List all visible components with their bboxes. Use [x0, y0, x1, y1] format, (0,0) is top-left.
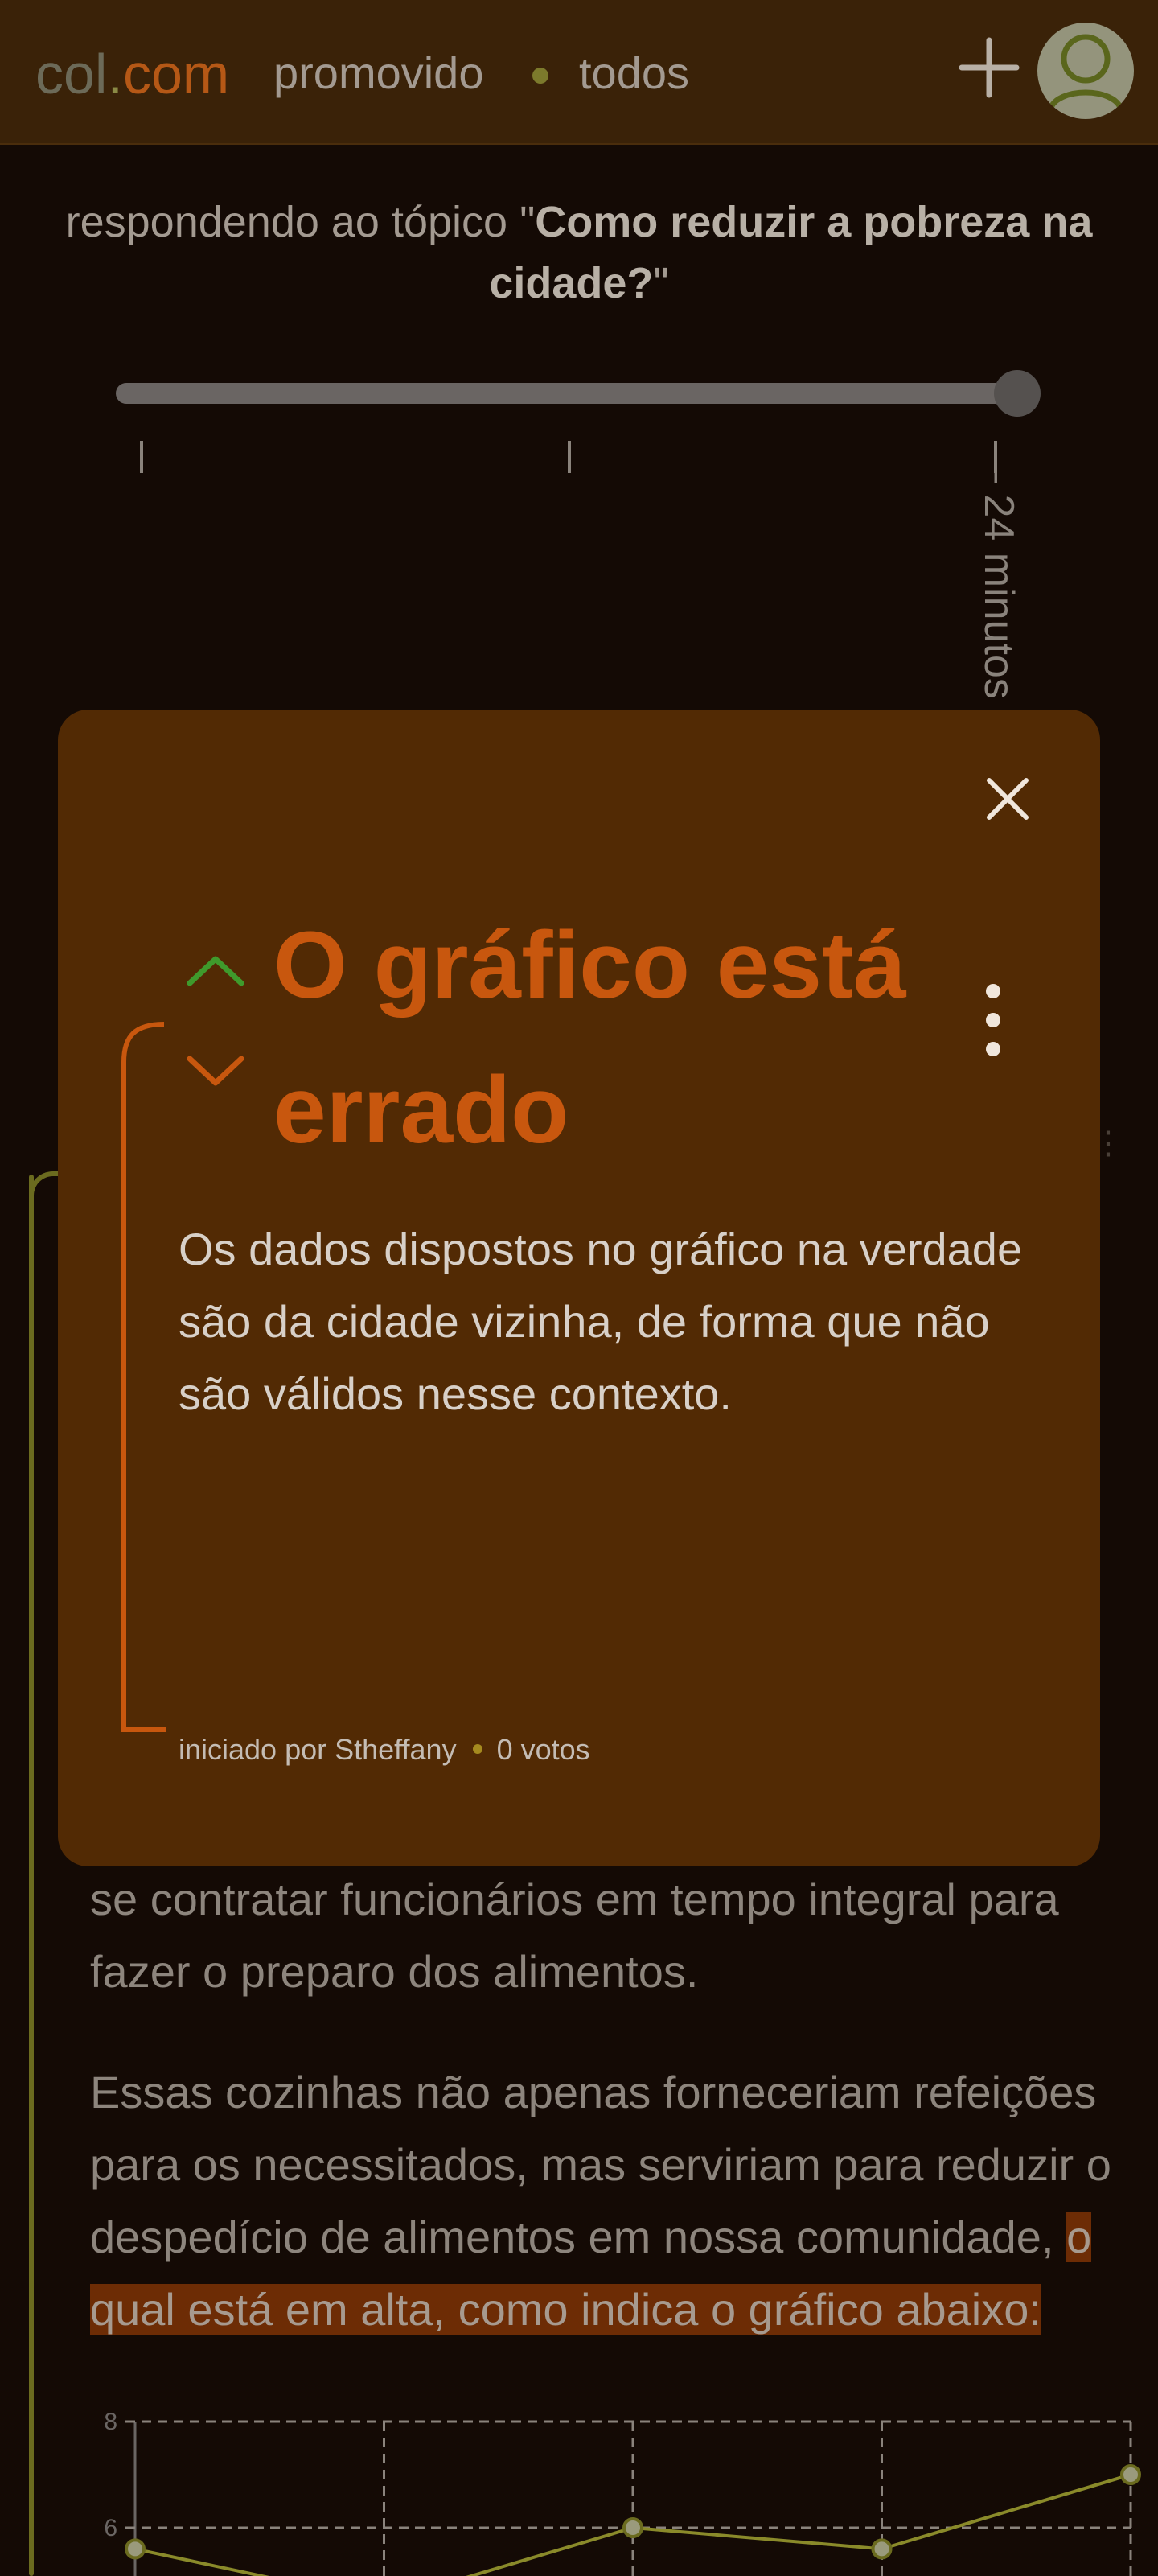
- nav-separator: [532, 68, 548, 84]
- article-paragraph: se contratar funcionários em tempo integ…: [90, 1874, 1059, 1997]
- y-tick-label: 8: [104, 2409, 117, 2435]
- nav-all[interactable]: todos: [579, 47, 689, 100]
- avatar[interactable]: [1037, 23, 1134, 119]
- timeline-tick: [568, 441, 571, 473]
- nav-promoted[interactable]: promovido: [273, 47, 483, 100]
- timeline-slider-thumb[interactable]: [994, 370, 1041, 417]
- upvote-icon[interactable]: [185, 953, 246, 988]
- thread-bracket: [121, 1022, 166, 1732]
- y-tick-label: 6: [104, 2515, 117, 2541]
- data-point: [125, 2538, 146, 2560]
- topic-reference: respondendo ao tópico "Como reduzir a po…: [65, 198, 1093, 307]
- more-options-icon[interactable]: [981, 980, 1005, 1060]
- article-paragraph: Essas cozinhas não apenas forneceriam re…: [90, 2067, 1111, 2335]
- thread-line: [29, 1175, 34, 2576]
- downvote-icon[interactable]: [185, 1054, 246, 1089]
- comment-votes: 0 votos: [496, 1733, 590, 1766]
- meta-separator: [472, 1744, 482, 1755]
- comment-body: Os dados dispostos no gráfico na verdade…: [179, 1224, 1023, 1419]
- comment-modal: O gráfico está errado Os dados dispostos…: [58, 710, 1100, 1866]
- data-point: [1120, 2464, 1141, 2485]
- user-icon: [1047, 34, 1124, 111]
- comment-meta: iniciado por Stheffany 0 votos: [179, 1731, 590, 1768]
- comment-title: O gráfico está errado: [273, 912, 906, 1163]
- timeline-tick: [140, 441, 143, 473]
- data-point: [871, 2538, 893, 2560]
- data-point: [622, 2517, 643, 2538]
- logo[interactable]: col.com: [35, 42, 229, 106]
- line-chart: 86: [104, 2409, 1141, 2576]
- close-icon[interactable]: [983, 774, 1033, 824]
- plus-icon[interactable]: [959, 37, 1020, 98]
- timeline-slider-track[interactable]: [116, 383, 1016, 404]
- top-bar: col.com promovido todos: [0, 0, 1158, 145]
- comment-author[interactable]: iniciado por Stheffany: [179, 1733, 457, 1766]
- timeline-time-label: — 24 minutos: [975, 441, 1022, 699]
- topic-title[interactable]: Como reduzir a pobreza na cidade?: [489, 198, 1092, 307]
